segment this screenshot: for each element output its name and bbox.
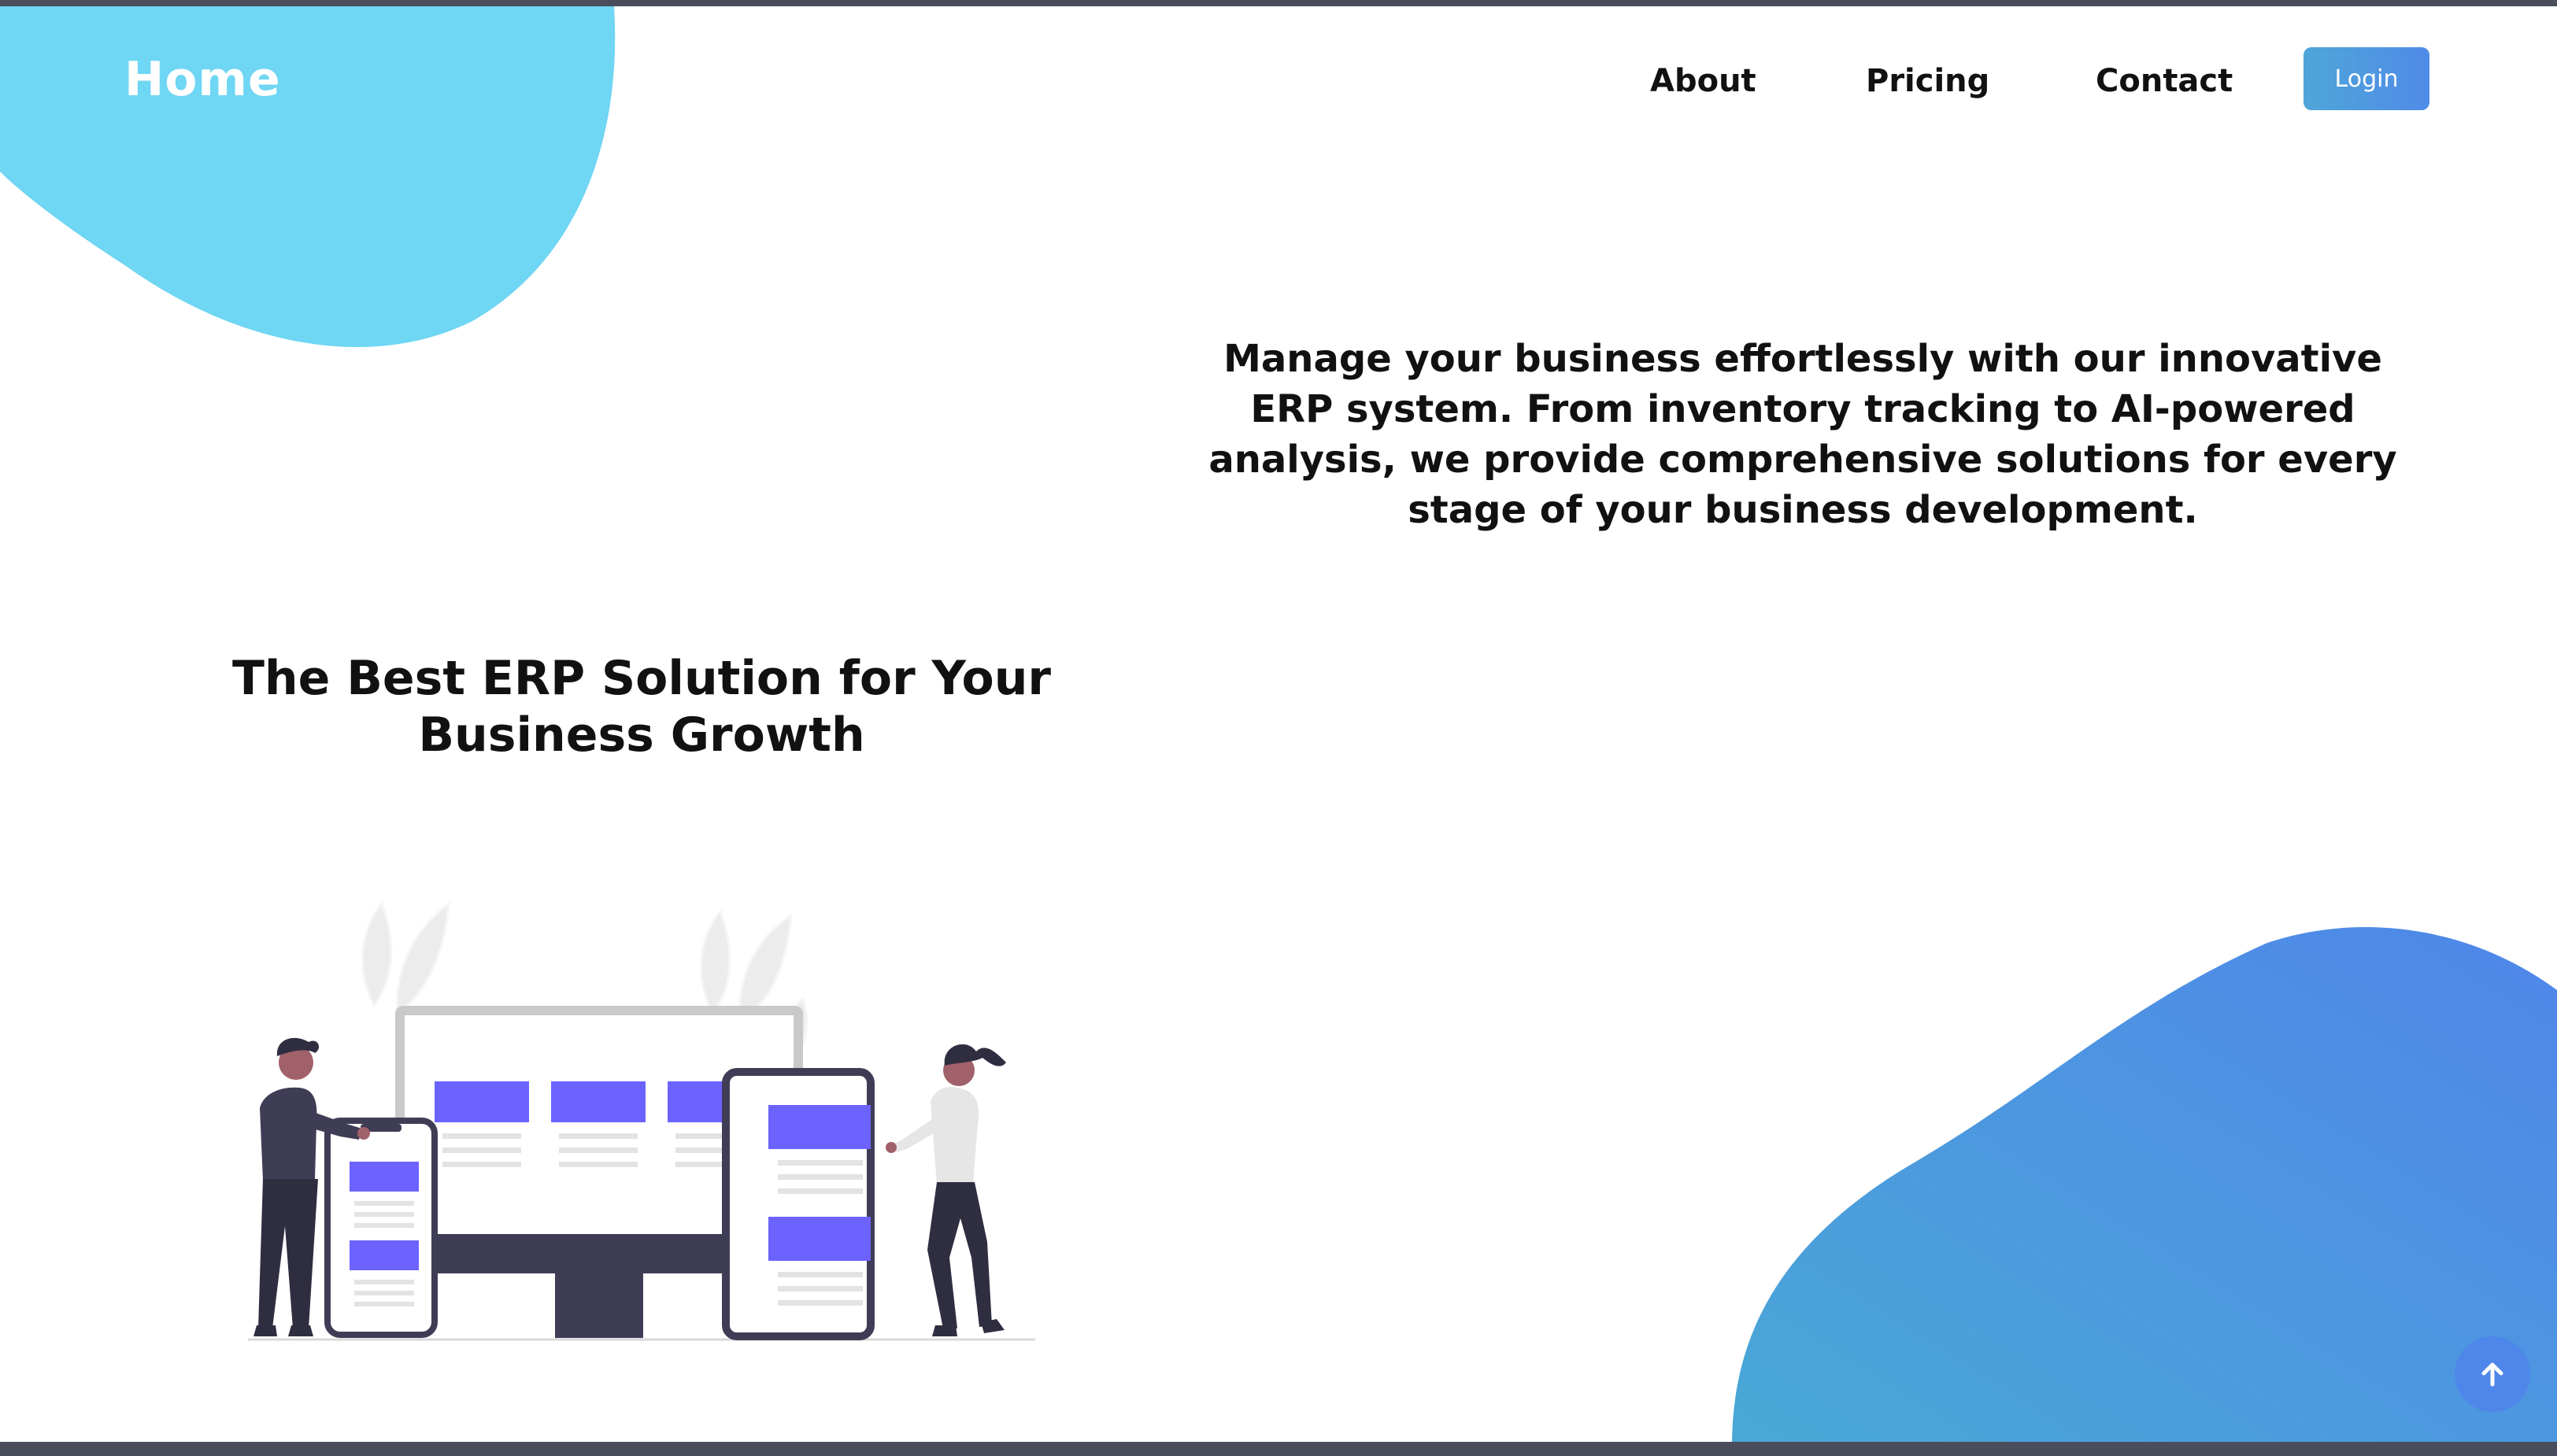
scroll-to-top-button[interactable] xyxy=(2455,1336,2530,1412)
people-with-devices-illustration xyxy=(248,900,1035,1341)
arrow-up-icon xyxy=(2481,1362,2503,1387)
logo-home-link[interactable]: Home xyxy=(124,52,281,107)
hero-headline: The Best ERP Solution for Your Business … xyxy=(231,651,1052,763)
decorative-blob-bottom xyxy=(1732,927,2557,1442)
nav-link-pricing[interactable]: Pricing xyxy=(1866,63,1989,99)
navbar: Home About Pricing Contact Login xyxy=(0,6,2557,156)
login-button[interactable]: Login xyxy=(2304,47,2429,110)
nav-link-about[interactable]: About xyxy=(1650,63,1756,99)
nav-link-contact[interactable]: Contact xyxy=(2096,63,2233,99)
page: Home About Pricing Contact Login Manage … xyxy=(0,6,2557,1442)
hero-description: Manage your business effortlessly with o… xyxy=(1208,337,2397,532)
